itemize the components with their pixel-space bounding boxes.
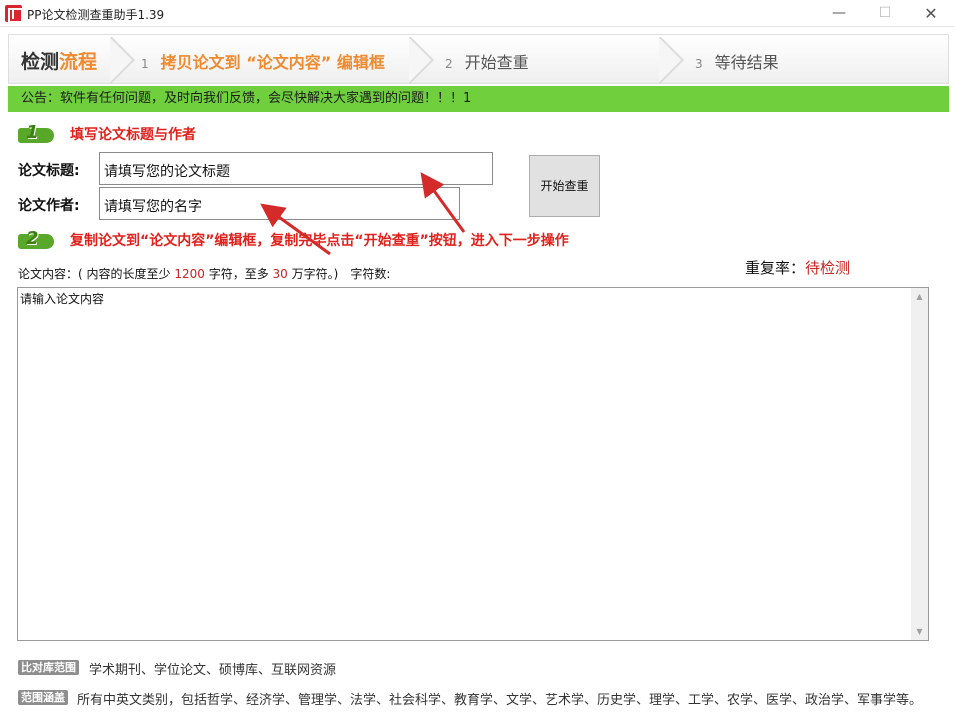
paper-title-input[interactable]: 请填写您的论文标题 [99,152,493,185]
max-length: 30 [272,267,288,281]
step-number: 2 [445,57,453,71]
minimize-button[interactable]: — [816,0,862,27]
content-label-prefix: 论文内容：( 内容的长度至少 [18,267,171,281]
steps-heading: 检测流程 [21,47,97,74]
min-length: 1200 [174,267,205,281]
content-label-mid: 字符，至多 [208,267,269,281]
scroll-down-icon[interactable]: ▼ [911,623,928,640]
badge-number: 2 [26,228,39,249]
paper-content-textarea[interactable]: 请输入论文内容 ▲ ▼ [17,287,929,641]
maximize-button[interactable]: ☐ [862,0,908,27]
step-1-badge-icon: 1 [18,122,58,144]
notice-banner: 公告：软件有任何问题，及时向我们反馈，会尽快解决大家遇到的问题！！！1 [8,86,949,112]
content-placeholder: 请输入论文内容 [20,292,105,306]
step-label: 等待结果 [714,53,779,72]
rate-label: 重复率： [745,259,806,277]
step-number: 1 [141,57,149,71]
step-2: 2 开始查重 [445,49,529,73]
content-label-suffix: 万字符。) [291,267,339,281]
compare-scope-text: 学术期刊、学位论文、硕博库、互联网资源 [89,663,337,678]
section-2-title: 复制论文到“论文内容”编辑框，复制完毕点击“开始查重”按钮，进入下一步操作 [70,233,569,249]
step-label: 拷贝论文到 “论文内容” 编辑框 [160,53,385,72]
title-bar: PP论文检测查重助手1.39 — ☐ ✕ [0,0,955,27]
step-3: 3 等待结果 [695,49,779,73]
process-steps-bar: 检测流程 1 拷贝论文到 “论文内容” 编辑框 2 开始查重 3 等待结果 [8,34,949,84]
coverage-text: 所有中英文类别，包括哲学、经济学、管理学、法学、社会科学、教育学、文学、艺术学、… [77,693,923,708]
vertical-scrollbar[interactable]: ▲ ▼ [911,288,928,640]
coverage-tag: 范围涵盖 [18,690,68,705]
steps-heading-prefix: 检测 [21,51,60,73]
badge-number: 1 [26,122,39,143]
step-2-badge-icon: 2 [18,228,58,250]
step-label: 开始查重 [464,53,529,72]
start-check-button[interactable]: 开始查重 [529,155,600,217]
compare-scope-tag: 比对库范围 [18,660,79,675]
paper-title-label: 论文标题: [18,163,80,179]
step-number: 3 [695,57,703,71]
close-button[interactable]: ✕ [908,0,954,27]
section-1-title: 填写论文标题与作者 [70,127,196,143]
rate-value: 待检测 [805,259,851,277]
steps-heading-accent: 流程 [59,51,98,73]
window-title: PP论文检测查重助手1.39 [27,8,165,22]
char-count-label: 字符数: [350,267,391,281]
paper-author-label: 论文作者: [18,198,80,214]
step-1: 1 拷贝论文到 “论文内容” 编辑框 [141,49,385,73]
app-logo-icon [5,5,23,23]
scroll-up-icon[interactable]: ▲ [911,288,928,305]
content-label: 论文内容：( 内容的长度至少 1200 字符，至多 30 万字符。) 字符数: [18,265,390,282]
duplicate-rate: 重复率：待检测 [745,257,850,278]
paper-author-input[interactable]: 请填写您的名字 [99,187,460,220]
